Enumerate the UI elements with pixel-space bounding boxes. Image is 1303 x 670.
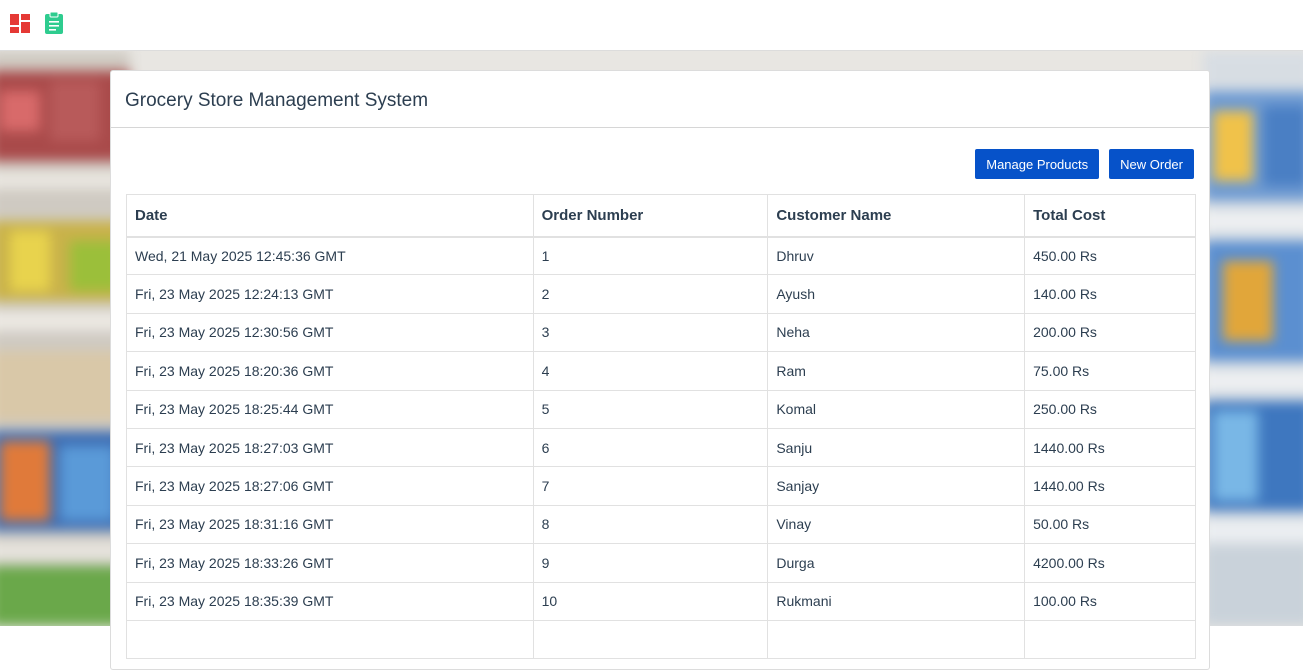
cell-order-number: 3 bbox=[532, 312, 769, 353]
cell-order-number: 8 bbox=[532, 504, 769, 545]
cell-customer-name: Sanju bbox=[767, 427, 1026, 468]
cell-date: Fri, 23 May 2025 18:27:06 GMT bbox=[126, 466, 534, 506]
cell-date: Wed, 21 May 2025 12:45:36 GMT bbox=[126, 235, 534, 276]
panel-heading: Grocery Store Management System bbox=[111, 71, 1209, 128]
column-header-customer-name: Customer Name bbox=[767, 194, 1026, 238]
cell-customer-name: Sanjay bbox=[767, 466, 1026, 506]
cell-order-number: 2 bbox=[532, 274, 769, 314]
orders-table: Date Order Number Customer Name Total Co… bbox=[126, 194, 1196, 660]
cell-total-cost: 250.00 Rs bbox=[1024, 389, 1196, 429]
column-header-order-number: Order Number bbox=[532, 194, 769, 238]
page-title: Grocery Store Management System bbox=[125, 90, 429, 111]
action-buttons: Manage Products New Order bbox=[975, 149, 1194, 179]
new-order-button[interactable]: New Order bbox=[1109, 149, 1194, 179]
cell-date: Fri, 23 May 2025 18:35:39 GMT bbox=[126, 581, 534, 621]
cell-date: Fri, 23 May 2025 18:20:36 GMT bbox=[126, 351, 534, 391]
table-row: Fri, 23 May 2025 18:33:26 GMT 9 Durga 42… bbox=[126, 543, 1196, 583]
cell-customer-name: Ayush bbox=[767, 274, 1026, 314]
cell-order-number: 1 bbox=[532, 235, 769, 276]
cell-order-number: 10 bbox=[532, 581, 769, 621]
cell-total-cost bbox=[1024, 619, 1196, 660]
cell-customer-name: Ram bbox=[767, 351, 1026, 391]
table-row bbox=[126, 619, 1196, 660]
cell-date: Fri, 23 May 2025 18:31:16 GMT bbox=[126, 504, 534, 545]
cell-order-number: 9 bbox=[532, 543, 769, 583]
table-row: Fri, 23 May 2025 12:24:13 GMT 2 Ayush 14… bbox=[126, 274, 1196, 314]
cell-customer-name: Durga bbox=[767, 543, 1026, 583]
cell-date: Fri, 23 May 2025 18:27:03 GMT bbox=[126, 427, 534, 468]
cell-order-number: 5 bbox=[532, 389, 769, 429]
cell-total-cost: 50.00 Rs bbox=[1024, 504, 1196, 545]
cell-total-cost: 140.00 Rs bbox=[1024, 274, 1196, 314]
dashboard-grid-icon[interactable] bbox=[10, 12, 32, 34]
cell-customer-name: Vinay bbox=[767, 504, 1026, 545]
cell-date: Fri, 23 May 2025 12:24:13 GMT bbox=[126, 274, 534, 314]
cell-order-number: 6 bbox=[532, 427, 769, 468]
table-row: Fri, 23 May 2025 12:30:56 GMT 3 Neha 200… bbox=[126, 312, 1196, 353]
table-row: Fri, 23 May 2025 18:27:03 GMT 6 Sanju 14… bbox=[126, 427, 1196, 468]
table-row: Wed, 21 May 2025 12:45:36 GMT 1 Dhruv 45… bbox=[126, 235, 1196, 276]
column-header-total-cost: Total Cost bbox=[1024, 194, 1196, 238]
cell-customer-name: Dhruv bbox=[767, 235, 1026, 276]
cell-total-cost: 4200.00 Rs bbox=[1024, 543, 1196, 583]
cell-order-number: 7 bbox=[532, 466, 769, 506]
cell-total-cost: 1440.00 Rs bbox=[1024, 427, 1196, 468]
table-header-row: Date Order Number Customer Name Total Co… bbox=[126, 194, 1196, 238]
cell-total-cost: 450.00 Rs bbox=[1024, 235, 1196, 276]
cell-order-number bbox=[532, 619, 769, 660]
orders-panel: Grocery Store Management System Manage P… bbox=[110, 70, 1210, 670]
cell-customer-name bbox=[767, 619, 1026, 660]
cell-total-cost: 1440.00 Rs bbox=[1024, 466, 1196, 506]
cell-customer-name: Komal bbox=[767, 389, 1026, 429]
clipboard-icon[interactable] bbox=[43, 11, 65, 34]
table-row: Fri, 23 May 2025 18:31:16 GMT 8 Vinay 50… bbox=[126, 504, 1196, 545]
cell-date: Fri, 23 May 2025 18:25:44 GMT bbox=[126, 389, 534, 429]
table-row: Fri, 23 May 2025 18:27:06 GMT 7 Sanjay 1… bbox=[126, 466, 1196, 506]
cell-date: Fri, 23 May 2025 12:30:56 GMT bbox=[126, 312, 534, 353]
cell-total-cost: 100.00 Rs bbox=[1024, 581, 1196, 621]
column-header-date: Date bbox=[126, 194, 534, 238]
cell-total-cost: 75.00 Rs bbox=[1024, 351, 1196, 391]
cell-total-cost: 200.00 Rs bbox=[1024, 312, 1196, 353]
table-row: Fri, 23 May 2025 18:25:44 GMT 5 Komal 25… bbox=[126, 389, 1196, 429]
table-row: Fri, 23 May 2025 18:35:39 GMT 10 Rukmani… bbox=[126, 581, 1196, 621]
shelf-right-image bbox=[1203, 51, 1303, 626]
manage-products-button[interactable]: Manage Products bbox=[975, 149, 1100, 179]
cell-order-number: 4 bbox=[532, 351, 769, 391]
cell-date: Fri, 23 May 2025 18:33:26 GMT bbox=[126, 543, 534, 583]
cell-date bbox=[126, 619, 534, 660]
top-navbar bbox=[0, 0, 1303, 51]
table-row: Fri, 23 May 2025 18:20:36 GMT 4 Ram 75.0… bbox=[126, 351, 1196, 391]
cell-customer-name: Rukmani bbox=[767, 581, 1026, 621]
cell-customer-name: Neha bbox=[767, 312, 1026, 353]
